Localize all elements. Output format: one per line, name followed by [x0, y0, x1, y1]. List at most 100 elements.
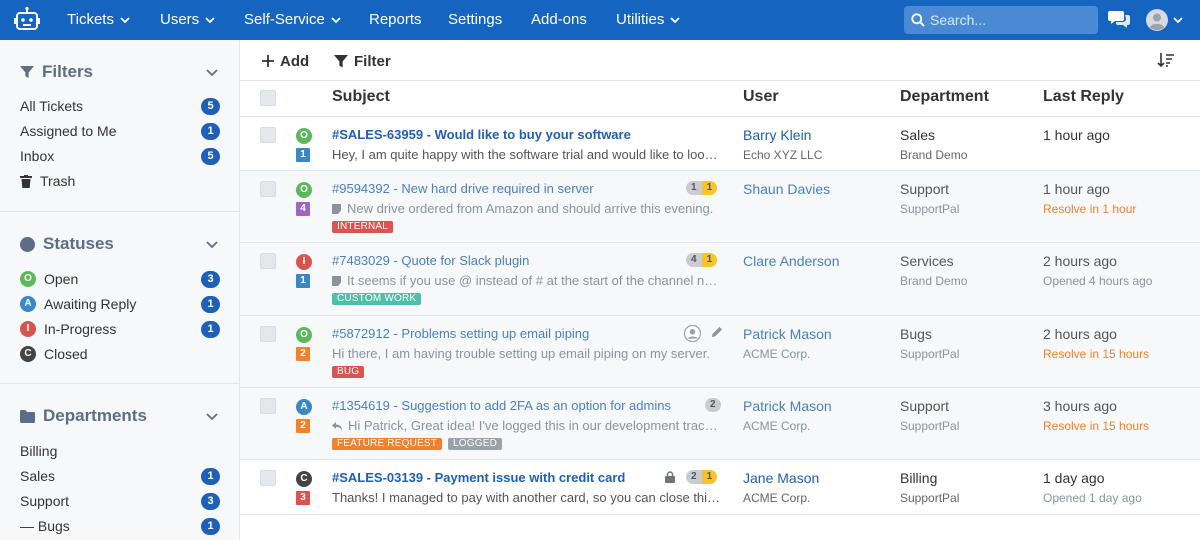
- department-name: Sales: [900, 127, 936, 143]
- nav-add-ons-label: Add-ons: [531, 11, 587, 28]
- pencil-icon: [712, 327, 722, 337]
- ticket-subject-link[interactable]: #7483029 - Quote for Slack plugin: [332, 253, 712, 268]
- user-link[interactable]: Shaun Davies: [743, 181, 830, 197]
- funnel-icon: [334, 54, 348, 67]
- nav-users[interactable]: Users: [160, 0, 215, 40]
- nav-self-service[interactable]: Self-Service: [244, 0, 341, 40]
- sidebar-item-inbox[interactable]: Inbox 5: [20, 145, 220, 167]
- departments-title: Departments: [43, 406, 147, 425]
- ticket-subject-link[interactable]: #9594392 - New hard drive required in se…: [332, 181, 712, 196]
- message-count: 1: [686, 181, 702, 195]
- sidebar-item-status-awaiting-reply[interactable]: A Awaiting Reply 1: [20, 293, 220, 315]
- last-reply-time: 2 hours ago: [1043, 326, 1117, 342]
- user-organisation: ACME Corp.: [743, 347, 811, 361]
- chevron-down-icon[interactable]: [206, 241, 218, 248]
- last-reply-time: 1 hour ago: [1043, 181, 1110, 197]
- sidebar-item-all-tickets[interactable]: All Tickets 5: [20, 95, 220, 117]
- status-letter-badge: O: [20, 271, 36, 287]
- excerpt-text: Hey, I am quite happy with the software …: [332, 147, 722, 162]
- user-link[interactable]: Barry Klein: [743, 127, 811, 143]
- nav-utilities[interactable]: Utilities: [616, 0, 680, 40]
- divider: [0, 211, 239, 212]
- tag-badge[interactable]: CUSTOM WORK: [332, 293, 422, 305]
- nav-self-service-label: Self-Service: [244, 11, 325, 28]
- sidebar-item-trash[interactable]: Trash: [20, 170, 220, 192]
- table-row[interactable]: A 2 #1354619 - Suggestion to add 2FA as …: [240, 388, 1200, 460]
- search-input[interactable]: [930, 6, 1094, 34]
- chevron-down-icon[interactable]: [206, 69, 218, 76]
- sidebar-item-dept-billing[interactable]: Billing: [20, 440, 220, 462]
- user-link[interactable]: Jane Mason: [743, 470, 819, 486]
- nav-reports[interactable]: Reports: [369, 0, 422, 40]
- select-all-checkbox[interactable]: [260, 90, 276, 106]
- ticket-subject-link[interactable]: #SALES-63959 - Would like to buy your so…: [332, 127, 712, 142]
- nav-tickets[interactable]: Tickets: [67, 0, 130, 40]
- sidebar-item-dept-support[interactable]: Support 3: [20, 490, 220, 512]
- sort-icon[interactable]: [1157, 52, 1175, 68]
- sidebar-item-dept-sales[interactable]: Sales 1: [20, 465, 220, 487]
- note-icon: [332, 204, 341, 214]
- table-row[interactable]: I 1 #7483029 - Quote for Slack plugin 41…: [240, 243, 1200, 316]
- sidebar-item-assigned-to-me[interactable]: Assigned to Me 1: [20, 120, 220, 142]
- nav-settings[interactable]: Settings: [448, 0, 502, 40]
- department-name: Billing: [900, 470, 938, 486]
- priority-badge: 1: [296, 148, 310, 162]
- brand-name: Brand Demo: [900, 274, 968, 288]
- row-checkbox[interactable]: [260, 470, 276, 486]
- column-header-last-reply[interactable]: Last Reply: [1043, 88, 1124, 106]
- sidebar-item-label: In-Progress: [44, 321, 117, 337]
- sidebar-item-dept-bugs[interactable]: — Bugs 1: [20, 515, 220, 537]
- nav-add-ons[interactable]: Add-ons: [531, 0, 587, 40]
- unread-count: 1: [701, 253, 718, 267]
- row-checkbox[interactable]: [260, 326, 276, 342]
- sidebar-item-status-open[interactable]: O Open 3: [20, 268, 220, 290]
- filter-button[interactable]: Filter: [334, 51, 391, 71]
- table-row[interactable]: O 4 #9594392 - New hard drive required i…: [240, 171, 1200, 243]
- user-link[interactable]: Clare Anderson: [743, 253, 840, 269]
- table-row[interactable]: O 2 #5872912 - Problems setting up email…: [240, 316, 1200, 388]
- priority-badge: 3: [296, 491, 310, 505]
- sla-status: Resolve in 15 hours: [1043, 419, 1150, 433]
- sidebar-item-status-in-progress[interactable]: I In-Progress 1: [20, 318, 220, 340]
- last-reply-time: 1 hour ago: [1043, 127, 1110, 143]
- filters-section-header[interactable]: Filters: [20, 61, 93, 83]
- filter-button-label: Filter: [354, 52, 391, 70]
- tag-badge[interactable]: LOGGED: [448, 438, 502, 450]
- tag-badge[interactable]: INTERNAL: [332, 221, 394, 233]
- user-link[interactable]: Patrick Mason: [743, 326, 832, 342]
- chat-icon[interactable]: [1108, 9, 1130, 29]
- tag-badge[interactable]: FEATURE REQUEST: [332, 438, 443, 450]
- count-badge: 1: [201, 122, 220, 140]
- row-checkbox[interactable]: [260, 127, 276, 143]
- ticket-subject-link[interactable]: #5872912 - Problems setting up email pip…: [332, 326, 712, 341]
- row-checkbox[interactable]: [260, 253, 276, 269]
- statuses-section-header[interactable]: Statuses: [20, 233, 114, 255]
- ticket-excerpt: New drive ordered from Amazon and should…: [332, 201, 722, 216]
- logo-robot-icon[interactable]: [13, 6, 41, 34]
- status-letter-badge: C: [20, 346, 36, 362]
- sidebar-item-status-closed[interactable]: C Closed: [20, 343, 220, 365]
- table-row[interactable]: C 3 #SALES-03139 - Payment issue with cr…: [240, 460, 1200, 515]
- row-checkbox[interactable]: [260, 398, 276, 414]
- ticket-subject-link[interactable]: #SALES-03139 - Payment issue with credit…: [332, 470, 712, 485]
- column-header-user[interactable]: User: [743, 88, 779, 106]
- add-button[interactable]: Add: [262, 51, 309, 71]
- sidebar-item-label: Trash: [40, 173, 76, 189]
- user-link[interactable]: Patrick Mason: [743, 398, 832, 414]
- table-row[interactable]: O 1 #SALES-63959 - Would like to buy you…: [240, 117, 1200, 171]
- column-header-department[interactable]: Department: [900, 88, 989, 106]
- ticket-subject-link[interactable]: #1354619 - Suggestion to add 2FA as an o…: [332, 398, 712, 413]
- message-count: 4: [686, 253, 702, 267]
- row-checkbox[interactable]: [260, 181, 276, 197]
- user-organisation: ACME Corp.: [743, 419, 811, 433]
- message-count-badge: 11: [686, 181, 718, 195]
- nav-tickets-label: Tickets: [67, 11, 114, 28]
- column-header-subject[interactable]: Subject: [332, 88, 390, 106]
- excerpt-text: It seems if you use @ instead of # at th…: [347, 273, 722, 288]
- tag-badge[interactable]: BUG: [332, 366, 365, 378]
- chevron-down-icon[interactable]: [1173, 17, 1183, 23]
- chevron-down-icon[interactable]: [206, 413, 218, 420]
- departments-section-header[interactable]: Departments: [20, 405, 147, 427]
- user-avatar-icon[interactable]: [1146, 9, 1168, 31]
- sla-status: Resolve in 15 hours: [1043, 347, 1150, 361]
